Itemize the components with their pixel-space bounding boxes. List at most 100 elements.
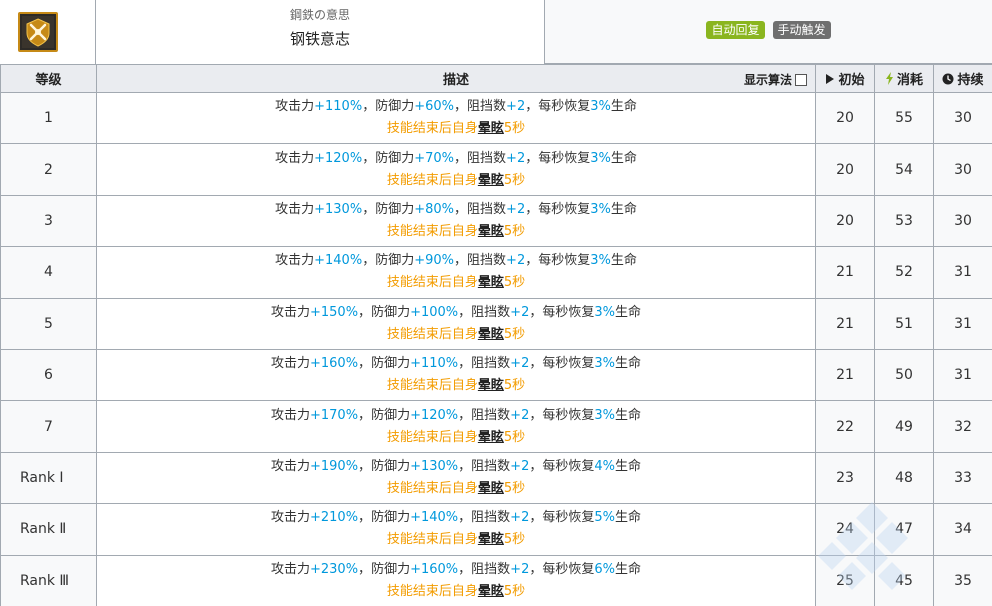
cost-cell: 50 [874,348,934,402]
skill-name-cn: 钢铁意志 [289,30,350,48]
regen-label: 每秒恢复 [542,561,595,577]
cost-cell: 49 [874,400,934,453]
stun-duration: 5秒 [503,583,526,599]
desc-line-1: 攻击力+160%，防御力+110%，阻挡数+2，每秒恢复3%生命 [97,353,815,375]
duration-cell: 31 [933,246,992,299]
stun-duration: 5秒 [503,326,526,342]
def-value: +120% [410,407,459,423]
atk-value: +130% [314,201,363,217]
atk-value: +230% [309,561,359,577]
table-row: 4 攻击力+140%，防御力+90%，阻挡数+2，每秒恢复3%生命 技能结束后自身晕… [0,246,992,299]
separator: ， [525,201,539,217]
header-duration: 持续 [933,64,992,93]
atk-label: 攻击力 [270,510,310,526]
atk-value: +120% [314,150,363,166]
initial-cell: 20 [815,194,875,248]
initial-cell: 25 [815,554,875,606]
cost-cell: 52 [874,246,934,299]
def-value: +100% [410,304,459,320]
desc-cell: 攻击力+190%，防御力+130%，阻挡数+2，每秒恢复4%生命 技能结束后自身晕… [96,451,816,505]
header-level: 等级 [0,64,97,93]
desc-cell: 攻击力+130%，防御力+80%，阻挡数+2，每秒恢复3%生命 技能结束后自身晕眩… [96,194,816,248]
desc-cell: 攻击力+150%，防御力+100%，阻挡数+2，每秒恢复3%生命 技能结束后自身晕… [96,297,816,350]
block-label: 阻挡数 [467,201,507,217]
desc-line-1: 攻击力+150%，防御力+100%，阻挡数+2，每秒恢复3%生命 [97,302,815,324]
separator: ， [358,356,372,372]
cost-cell: 55 [874,91,934,145]
header-cost-label: 消耗 [896,72,923,88]
hp-label: 生命 [610,99,637,115]
separator: ， [362,253,376,269]
table-row: 3 攻击力+130%，防御力+80%，阻挡数+2，每秒恢复3%生命 技能结束后自身晕… [0,194,992,248]
desc-line-2: 技能结束后自身晕眩5秒 [97,118,815,140]
stun-term-link[interactable]: 晕眩 [478,327,504,342]
def-label: 防御力 [371,510,411,526]
atk-label: 攻击力 [270,407,310,423]
stun-term-link[interactable]: 晕眩 [478,275,504,290]
skill-tags: 自动回复 手动触发 [545,0,992,63]
desc-line-1: 攻击力+130%，防御力+80%，阻挡数+2，每秒恢复3%生命 [97,199,815,221]
show-formula-checkbox[interactable] [795,73,807,86]
duration-cell: 33 [933,451,992,505]
regen-value: 3% [590,201,611,217]
show-formula-toggle[interactable]: 显示算法 [744,71,807,88]
desc-cell: 攻击力+120%，防御力+70%，阻挡数+2，每秒恢复3%生命 技能结束后自身晕眩… [96,143,816,196]
duration-cell: 35 [933,554,992,606]
header-cost: 消耗 [874,64,934,93]
level-cell: Rank Ⅱ [0,503,97,556]
separator: ， [358,304,372,320]
desc-line-2: 技能结束后自身晕眩5秒 [97,324,815,346]
stun-term-link[interactable]: 晕眩 [478,481,504,496]
duration-cell: 32 [933,400,992,453]
hp-label: 生命 [615,407,642,423]
stun-prefix: 技能结束后自身 [386,172,478,188]
separator: ， [529,407,543,423]
stun-term-link[interactable]: 晕眩 [478,224,504,239]
atk-label: 攻击力 [275,150,315,166]
def-label: 防御力 [375,201,415,217]
table-row: 5 攻击力+150%，防御力+100%，阻挡数+2，每秒恢复3%生命 技能结束后自身… [0,297,992,350]
separator: ， [362,99,376,115]
level-cell: 4 [0,246,97,299]
hp-label: 生命 [610,201,637,217]
stun-term-link[interactable]: 晕眩 [478,173,504,188]
desc-line-2: 技能结束后自身晕眩5秒 [97,427,815,449]
level-cell: 1 [0,91,97,145]
atk-value: +190% [309,458,359,474]
separator: ， [458,510,472,526]
initial-cell: 22 [815,400,875,453]
regen-label: 每秒恢复 [542,356,595,372]
def-value: +130% [410,458,459,474]
regen-label: 每秒恢复 [538,150,591,166]
def-label: 防御力 [371,356,411,372]
skill-name-cell: 鋼鉄の意思 钢铁意志 [96,0,545,64]
duration-cell: 30 [933,143,992,196]
separator: ， [454,150,468,166]
def-value: +160% [410,561,459,577]
block-label: 阻挡数 [471,304,511,320]
def-label: 防御力 [371,561,411,577]
separator: ， [358,407,372,423]
desc-cell: 攻击力+170%，防御力+120%，阻挡数+2，每秒恢复3%生命 技能结束后自身晕… [96,400,816,453]
level-cell: 6 [0,348,97,402]
cost-cell: 53 [874,194,934,248]
stun-term-link[interactable]: 晕眩 [478,532,504,547]
separator: ， [458,356,472,372]
desc-line-1: 攻击力+120%，防御力+70%，阻挡数+2，每秒恢复3%生命 [97,148,815,170]
separator: ， [525,99,539,115]
stun-prefix: 技能结束后自身 [386,532,478,548]
block-label: 阻挡数 [471,356,511,372]
atk-label: 攻击力 [275,99,315,115]
stun-term-link[interactable]: 晕眩 [478,121,504,136]
stun-term-link[interactable]: 晕眩 [478,584,504,599]
stun-prefix: 技能结束后自身 [386,121,478,137]
level-cell: Rank Ⅲ [0,554,97,606]
regen-value: 5% [594,510,615,526]
hp-label: 生命 [610,150,637,166]
stun-term-link[interactable]: 晕眩 [478,378,504,393]
desc-cell: 攻击力+110%，防御力+60%，阻挡数+2，每秒恢复3%生命 技能结束后自身晕眩… [96,91,816,145]
separator: ， [362,150,376,166]
stun-term-link[interactable]: 晕眩 [478,430,504,445]
hp-label: 生命 [615,561,642,577]
separator: ， [458,458,472,474]
